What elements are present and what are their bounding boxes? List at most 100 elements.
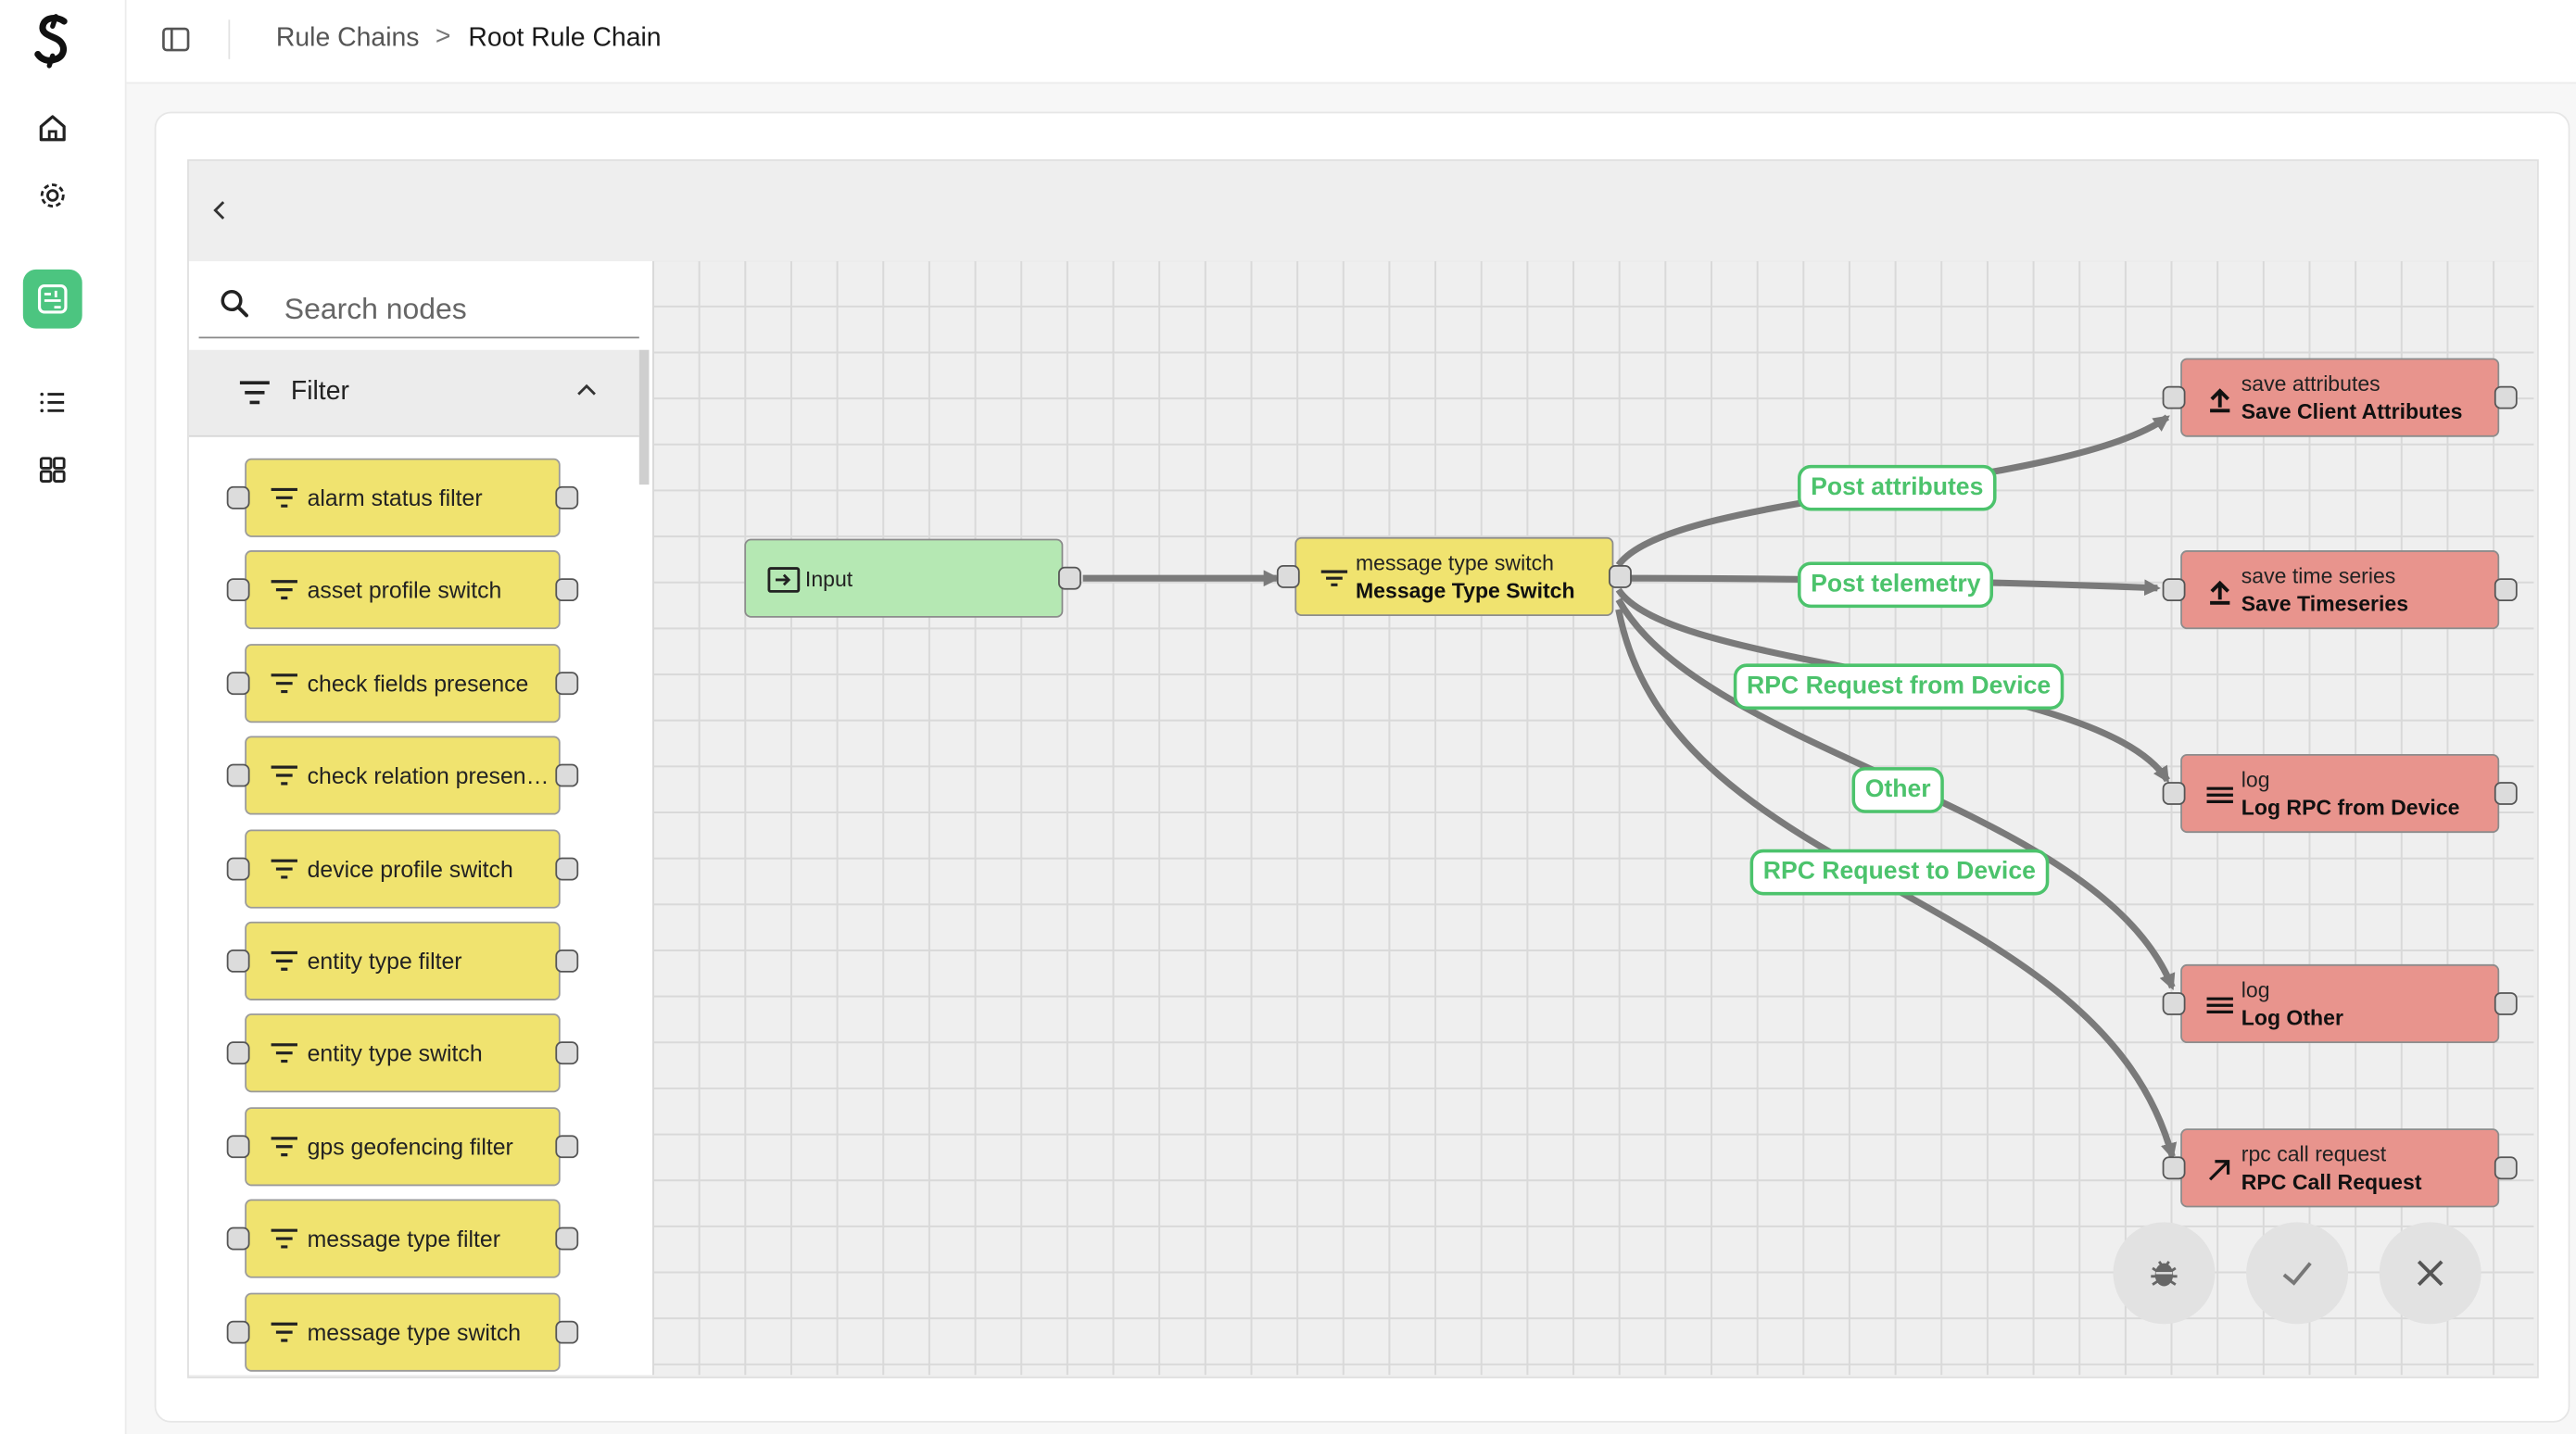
output-port xyxy=(555,485,579,509)
search-icon xyxy=(221,289,248,318)
sidebar-toggle-icon[interactable] xyxy=(159,23,192,56)
input-port[interactable] xyxy=(2162,578,2186,602)
library-node-label: entity type switch xyxy=(307,1040,483,1067)
search-input[interactable] xyxy=(281,287,633,331)
filter-section-header[interactable]: Filter xyxy=(188,349,639,437)
input-port xyxy=(226,856,250,880)
home-icon[interactable] xyxy=(36,112,69,145)
output-port xyxy=(555,671,579,695)
node-type: save time series xyxy=(2241,563,2396,588)
input-node[interactable]: Input xyxy=(744,538,1081,618)
library-node-label: alarm status filter xyxy=(307,484,483,511)
rule-chain-canvas[interactable]: Input message type switch Message Type S… xyxy=(652,260,2534,1376)
list-icon[interactable] xyxy=(36,386,69,419)
gear-icon[interactable] xyxy=(36,179,69,211)
library-node-label: check relation presen… xyxy=(307,762,549,789)
input-port xyxy=(226,1041,250,1065)
debug-button[interactable] xyxy=(2113,1222,2216,1325)
filter-section-title: Filter xyxy=(290,377,349,407)
breadcrumb-rule-chains[interactable]: Rule Chains xyxy=(276,25,420,55)
library-node[interactable]: check fields presence xyxy=(226,643,579,723)
logo-icon[interactable] xyxy=(32,13,75,69)
output-port[interactable] xyxy=(1058,566,1081,590)
library-node-label: device profile switch xyxy=(307,855,513,882)
input-port xyxy=(226,1226,250,1251)
message-type-switch-node[interactable]: message type switch Message Type Switch xyxy=(1276,536,1632,616)
node-type: log xyxy=(2241,767,2270,792)
node-name: Save Timeseries xyxy=(2241,591,2409,616)
filter-icon xyxy=(271,1043,297,1063)
input-port xyxy=(226,763,250,787)
library-scrollbar[interactable] xyxy=(638,349,650,485)
node-type: message type switch xyxy=(1355,550,1554,575)
library-node[interactable]: message type switch xyxy=(226,1291,579,1371)
action-node[interactable]: log Log RPC from Device xyxy=(2162,753,2518,834)
input-port xyxy=(226,485,250,509)
filter-icon xyxy=(271,1136,297,1156)
output-port[interactable] xyxy=(2494,385,2518,409)
edge-label[interactable]: Other xyxy=(1851,767,1944,813)
action-node[interactable]: log Log Other xyxy=(2162,963,2518,1044)
breadcrumb-separator: > xyxy=(435,22,451,51)
output-port xyxy=(555,1320,579,1343)
library-node[interactable]: gps geofencing filter xyxy=(226,1106,579,1186)
node-type: save attributes xyxy=(2241,371,2380,396)
node-type: log xyxy=(2241,977,2270,1002)
edge-label[interactable]: Post attributes xyxy=(1797,464,1997,511)
input-port[interactable] xyxy=(2162,1156,2186,1180)
node-library: Filter alarm status filter asset profile … xyxy=(188,260,653,1376)
input-port xyxy=(226,1320,250,1343)
library-node[interactable]: alarm status filter xyxy=(226,458,579,537)
output-port[interactable] xyxy=(2494,992,2518,1015)
output-port[interactable] xyxy=(2494,578,2518,602)
node-type: rpc call request xyxy=(2241,1141,2387,1167)
node-name: Log RPC from Device xyxy=(2241,795,2460,820)
library-node[interactable]: check relation presen… xyxy=(226,736,579,815)
input-port xyxy=(226,671,250,695)
node-search xyxy=(198,274,639,339)
decline-changes-button[interactable] xyxy=(2379,1222,2481,1325)
library-node[interactable]: entity type switch xyxy=(226,1013,579,1093)
library-node-label: entity type filter xyxy=(307,948,462,975)
library-node[interactable]: message type filter xyxy=(226,1199,579,1278)
action-node[interactable]: rpc call request RPC Call Request xyxy=(2162,1128,2518,1208)
action-node[interactable]: save attributes Save Client Attributes xyxy=(2162,358,2518,437)
chevron-up-icon[interactable] xyxy=(574,378,600,404)
output-port xyxy=(555,578,579,602)
library-node[interactable]: entity type filter xyxy=(226,921,579,1000)
filter-icon xyxy=(271,950,297,971)
input-port[interactable] xyxy=(2162,992,2186,1015)
input-port[interactable] xyxy=(1276,565,1300,588)
output-port xyxy=(555,1134,579,1158)
input-icon xyxy=(767,567,801,593)
left-rail xyxy=(0,0,127,1434)
edge-label[interactable]: Post telemetry xyxy=(1797,561,1994,609)
output-port[interactable] xyxy=(1609,565,1632,588)
chevron-left-icon[interactable] xyxy=(207,197,233,223)
library-node[interactable]: asset profile switch xyxy=(226,550,579,630)
filter-icon xyxy=(271,673,297,693)
library-node-label: check fields presence xyxy=(307,670,529,697)
filter-icon xyxy=(271,487,297,508)
library-node-label: message type filter xyxy=(307,1226,500,1252)
edge-label[interactable]: RPC Request from Device xyxy=(1733,663,2065,711)
input-port[interactable] xyxy=(2162,782,2186,805)
node-name: RPC Call Request xyxy=(2241,1169,2422,1195)
output-port xyxy=(555,856,579,880)
apply-changes-button[interactable] xyxy=(2246,1222,2349,1325)
breadcrumb-current: Root Rule Chain xyxy=(468,24,662,53)
input-port xyxy=(226,1134,250,1158)
filter-icon xyxy=(271,765,297,786)
check-icon xyxy=(2282,1262,2312,1286)
output-port[interactable] xyxy=(2494,1156,2518,1180)
output-port[interactable] xyxy=(2494,782,2518,805)
rule-chain-icon[interactable] xyxy=(22,269,82,329)
top-bar: Rule Chains > Root Rule Chain xyxy=(126,0,2576,84)
upload-icon xyxy=(2210,580,2230,605)
input-port[interactable] xyxy=(2162,385,2186,409)
menu-icon xyxy=(2206,786,2233,803)
library-node[interactable]: device profile switch xyxy=(226,828,579,908)
action-node[interactable]: save time series Save Timeseries xyxy=(2162,550,2518,630)
edge-label[interactable]: RPC Request to Device xyxy=(1749,849,2050,896)
dashboard-icon[interactable] xyxy=(36,453,69,485)
